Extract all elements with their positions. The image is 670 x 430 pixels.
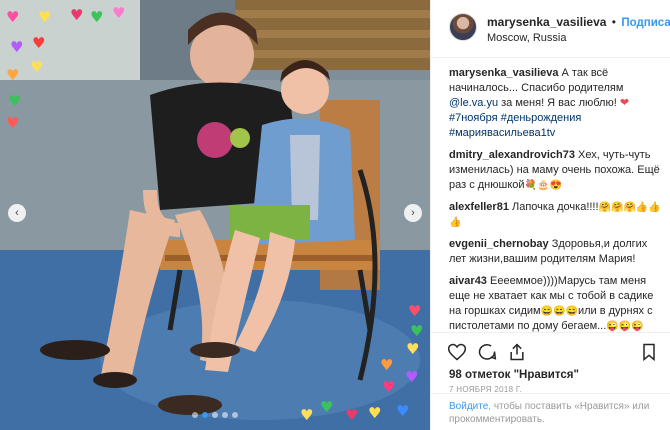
- chevron-left-icon: ‹: [15, 206, 19, 219]
- post-side-panel: marysenka_vasilieva • Подписаться Moscow…: [430, 0, 670, 430]
- svg-text:♥: ♥: [70, 6, 83, 24]
- comment: evgenii_chernobay Здоровья,и долгих лет …: [449, 237, 667, 267]
- username-link[interactable]: marysenka_vasilieva: [487, 15, 606, 29]
- svg-text:♥: ♥: [405, 368, 418, 386]
- comment-username[interactable]: aivar43: [449, 275, 487, 287]
- comment: alexfeller81 Лапочка дочка!!!!🤗🤗🤗👍👍👍: [449, 200, 667, 230]
- avatar[interactable]: [449, 13, 477, 41]
- location-link[interactable]: Moscow, Russia: [487, 32, 566, 44]
- comment-text: Лапочка дочка!!!!: [508, 201, 599, 213]
- svg-text:♥: ♥: [32, 34, 45, 52]
- svg-text:♥: ♥: [30, 58, 43, 76]
- login-link[interactable]: Войдите: [449, 401, 488, 412]
- svg-text:♥: ♥: [408, 302, 421, 320]
- carousel-indicator: [0, 412, 430, 418]
- emoji-group: 😄😄😄: [540, 306, 578, 317]
- carousel-dot: [222, 412, 228, 418]
- comments-list: marysenka_vasilieva А так всё начиналось…: [449, 66, 667, 341]
- comment-username[interactable]: dmitry_alexandrovich73: [449, 149, 575, 161]
- svg-text:♥: ♥: [90, 8, 103, 26]
- photo-scene: ♥ ♥ ♥ ♥ ♥ ♥ ♥ ♥ ♥ ♥ ♥ ♥ ♥ ♥ ♥ ♥ ♥ ♥ ♥ ♥ …: [0, 0, 430, 430]
- svg-text:♥: ♥: [10, 38, 23, 56]
- heart-icon[interactable]: [447, 342, 467, 362]
- post-actions: 98 отметок "Нравится" 7 НОЯБРЯ 2018 Г.: [431, 332, 670, 402]
- login-prompt: Войдите, чтобы поставить «Нравится» или …: [431, 393, 670, 426]
- bookmark-icon[interactable]: [639, 342, 659, 362]
- username-row: marysenka_vasilieva • Подписаться: [487, 15, 670, 29]
- svg-text:♥: ♥: [6, 8, 19, 26]
- emoji-group: 💐🎂😍: [524, 180, 562, 191]
- chevron-right-icon: ›: [411, 206, 415, 219]
- svg-text:♥: ♥: [380, 356, 393, 374]
- next-photo-button[interactable]: ›: [404, 204, 422, 222]
- previous-photo-button[interactable]: ‹: [8, 204, 26, 222]
- carousel-dot: [192, 412, 198, 418]
- carousel-dot-active: [202, 412, 208, 418]
- comment-text: за меня! Я вас люблю!: [498, 97, 620, 109]
- separator-dot: •: [611, 15, 616, 29]
- svg-text:♥: ♥: [406, 340, 419, 358]
- comment-username[interactable]: marysenka_vasilieva: [449, 67, 558, 79]
- svg-text:♥: ♥: [382, 378, 395, 396]
- svg-text:♥: ♥: [112, 4, 125, 22]
- likes-count[interactable]: 98 отметок "Нравится": [449, 369, 579, 381]
- carousel-dot: [212, 412, 218, 418]
- svg-text:♥: ♥: [6, 66, 19, 84]
- svg-text:♥: ♥: [38, 8, 51, 26]
- heart-icon: ❤: [619, 97, 630, 109]
- comment: dmitry_alexandrovich73 Хех, чуть-чуть из…: [449, 148, 667, 193]
- hashtag-link[interactable]: #деньрождения: [501, 112, 582, 124]
- comment-icon[interactable]: [477, 342, 497, 362]
- share-icon[interactable]: [507, 342, 527, 362]
- svg-text:♥: ♥: [410, 322, 423, 340]
- svg-text:♥: ♥: [6, 114, 19, 132]
- caption: marysenka_vasilieva А так всё начиналось…: [449, 66, 667, 141]
- carousel-dot: [232, 412, 238, 418]
- follow-button[interactable]: Подписаться: [621, 17, 670, 29]
- comment: aivar43 Ееееммое))))Марусь там меня еще …: [449, 274, 667, 334]
- svg-text:♥: ♥: [8, 92, 21, 110]
- comment-username[interactable]: alexfeller81: [449, 201, 509, 213]
- hashtag-link[interactable]: #7ноября: [449, 112, 498, 124]
- mention-link[interactable]: @le.va.yu: [449, 97, 498, 109]
- post-header: marysenka_vasilieva • Подписаться Moscow…: [431, 0, 670, 58]
- post-photo[interactable]: ♥ ♥ ♥ ♥ ♥ ♥ ♥ ♥ ♥ ♥ ♥ ♥ ♥ ♥ ♥ ♥ ♥ ♥ ♥ ♥ …: [0, 0, 430, 430]
- emoji-group: 😜😜😜: [606, 321, 644, 332]
- hashtag-link[interactable]: #мариявасильева1tv: [449, 127, 555, 139]
- comment-username[interactable]: evgenii_chernobay: [449, 238, 549, 250]
